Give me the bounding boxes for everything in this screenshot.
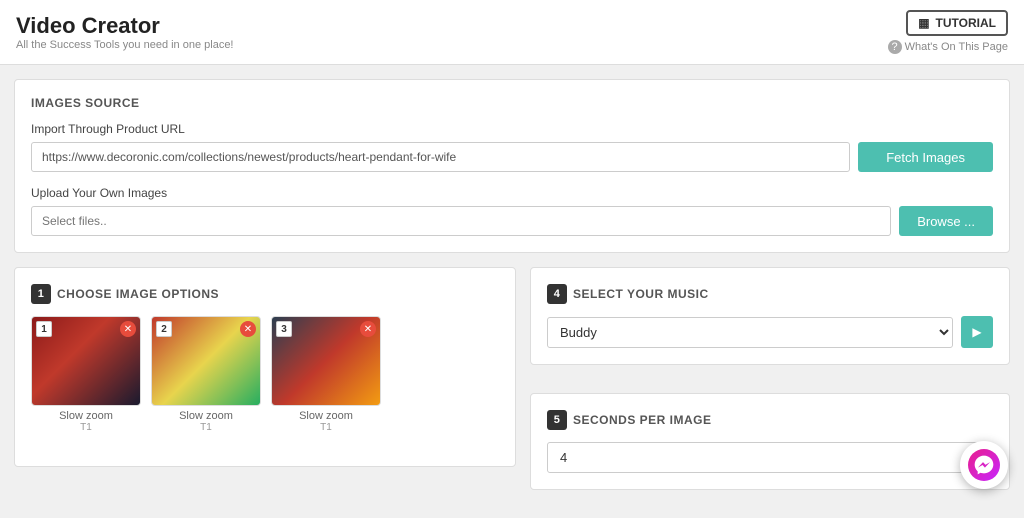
thumbnail-2[interactable]: 2 ✕ — [151, 316, 261, 406]
choose-images-label: CHOOSE IMAGE OPTIONS — [57, 287, 219, 301]
app-title: Video Creator — [16, 13, 234, 39]
thumb-sub-1: T1 — [80, 422, 92, 433]
thumbnails-row: 1 ✕ Slow zoom T1 2 ✕ Slow zoom T1 — [31, 316, 499, 433]
select-music-label: SELECT YOUR MUSIC — [573, 287, 709, 301]
file-select-input[interactable] — [31, 206, 891, 236]
step-4-badge: 4 — [547, 284, 567, 304]
list-item: 1 ✕ Slow zoom T1 — [31, 316, 141, 433]
play-music-button[interactable]: ▶ — [961, 316, 993, 348]
thumb-close-3[interactable]: ✕ — [360, 321, 376, 337]
select-music-title: 4 SELECT YOUR MUSIC — [547, 284, 993, 304]
header: Video Creator All the Success Tools you … — [0, 0, 1024, 65]
choose-images-col: 1 CHOOSE IMAGE OPTIONS 1 ✕ Slow zoom T1 — [14, 267, 516, 504]
right-col: 4 SELECT YOUR MUSIC Buddy Track 1 Track … — [530, 267, 1010, 504]
seconds-label: SECONDS PER IMAGE — [573, 413, 712, 427]
messenger-icon — [968, 449, 1000, 481]
thumb-sub-2: T1 — [200, 422, 212, 433]
header-left: Video Creator All the Success Tools you … — [16, 13, 234, 51]
upload-row: Browse ... — [31, 206, 993, 236]
upload-label: Upload Your Own Images — [31, 186, 993, 200]
thumb-close-1[interactable]: ✕ — [120, 321, 136, 337]
fetch-images-button[interactable]: Fetch Images — [858, 142, 993, 172]
seconds-per-image-title: 5 SECONDS PER IMAGE — [547, 410, 993, 430]
thumbnail-1[interactable]: 1 ✕ — [31, 316, 141, 406]
main-content: IMAGES SOURCE Import Through Product URL… — [0, 65, 1024, 518]
play-icon: ▶ — [972, 325, 981, 339]
app-subtitle: All the Success Tools you need in one pl… — [16, 39, 234, 51]
choose-images-title: 1 CHOOSE IMAGE OPTIONS — [31, 284, 499, 304]
step-1-badge: 1 — [31, 284, 51, 304]
product-url-input[interactable] — [31, 142, 850, 172]
list-item: 3 ✕ Slow zoom T1 — [271, 316, 381, 433]
browse-button[interactable]: Browse ... — [899, 206, 993, 236]
thumb-num-1: 1 — [36, 321, 52, 337]
thumb-sub-3: T1 — [320, 422, 332, 433]
thumbnail-3[interactable]: 3 ✕ — [271, 316, 381, 406]
header-right: ▦ TUTORIAL ? What's On This Page — [888, 10, 1008, 54]
import-label: Import Through Product URL — [31, 122, 993, 136]
thumb-num-3: 3 — [276, 321, 292, 337]
messenger-fab-button[interactable] — [960, 441, 1008, 489]
tutorial-button[interactable]: ▦ TUTORIAL — [906, 10, 1008, 36]
thumb-num-2: 2 — [156, 321, 172, 337]
images-source-title: IMAGES SOURCE — [31, 96, 993, 110]
seconds-select[interactable]: 1 2 3 4 5 6 7 8 — [547, 442, 993, 473]
bottom-section: 1 CHOOSE IMAGE OPTIONS 1 ✕ Slow zoom T1 — [14, 267, 1010, 504]
step-5-badge: 5 — [547, 410, 567, 430]
thumb-label-3: Slow zoom — [299, 410, 353, 422]
music-select[interactable]: Buddy Track 1 Track 2 Track 3 — [547, 317, 953, 348]
url-row: Fetch Images — [31, 142, 993, 172]
select-music-card: 4 SELECT YOUR MUSIC Buddy Track 1 Track … — [530, 267, 1010, 365]
whats-on-page-label: What's On This Page — [905, 41, 1008, 53]
list-item: 2 ✕ Slow zoom T1 — [151, 316, 261, 433]
choose-images-card: 1 CHOOSE IMAGE OPTIONS 1 ✕ Slow zoom T1 — [14, 267, 516, 467]
thumb-close-2[interactable]: ✕ — [240, 321, 256, 337]
tutorial-icon: ▦ — [918, 16, 929, 30]
question-icon: ? — [888, 40, 902, 54]
music-row: Buddy Track 1 Track 2 Track 3 ▶ — [547, 316, 993, 348]
thumb-label-1: Slow zoom — [59, 410, 113, 422]
whats-on-page-link[interactable]: ? What's On This Page — [888, 40, 1008, 54]
tutorial-label: TUTORIAL — [936, 16, 996, 30]
seconds-per-image-card: 5 SECONDS PER IMAGE 1 2 3 4 5 6 7 8 — [530, 393, 1010, 490]
images-source-card: IMAGES SOURCE Import Through Product URL… — [14, 79, 1010, 253]
thumb-label-2: Slow zoom — [179, 410, 233, 422]
